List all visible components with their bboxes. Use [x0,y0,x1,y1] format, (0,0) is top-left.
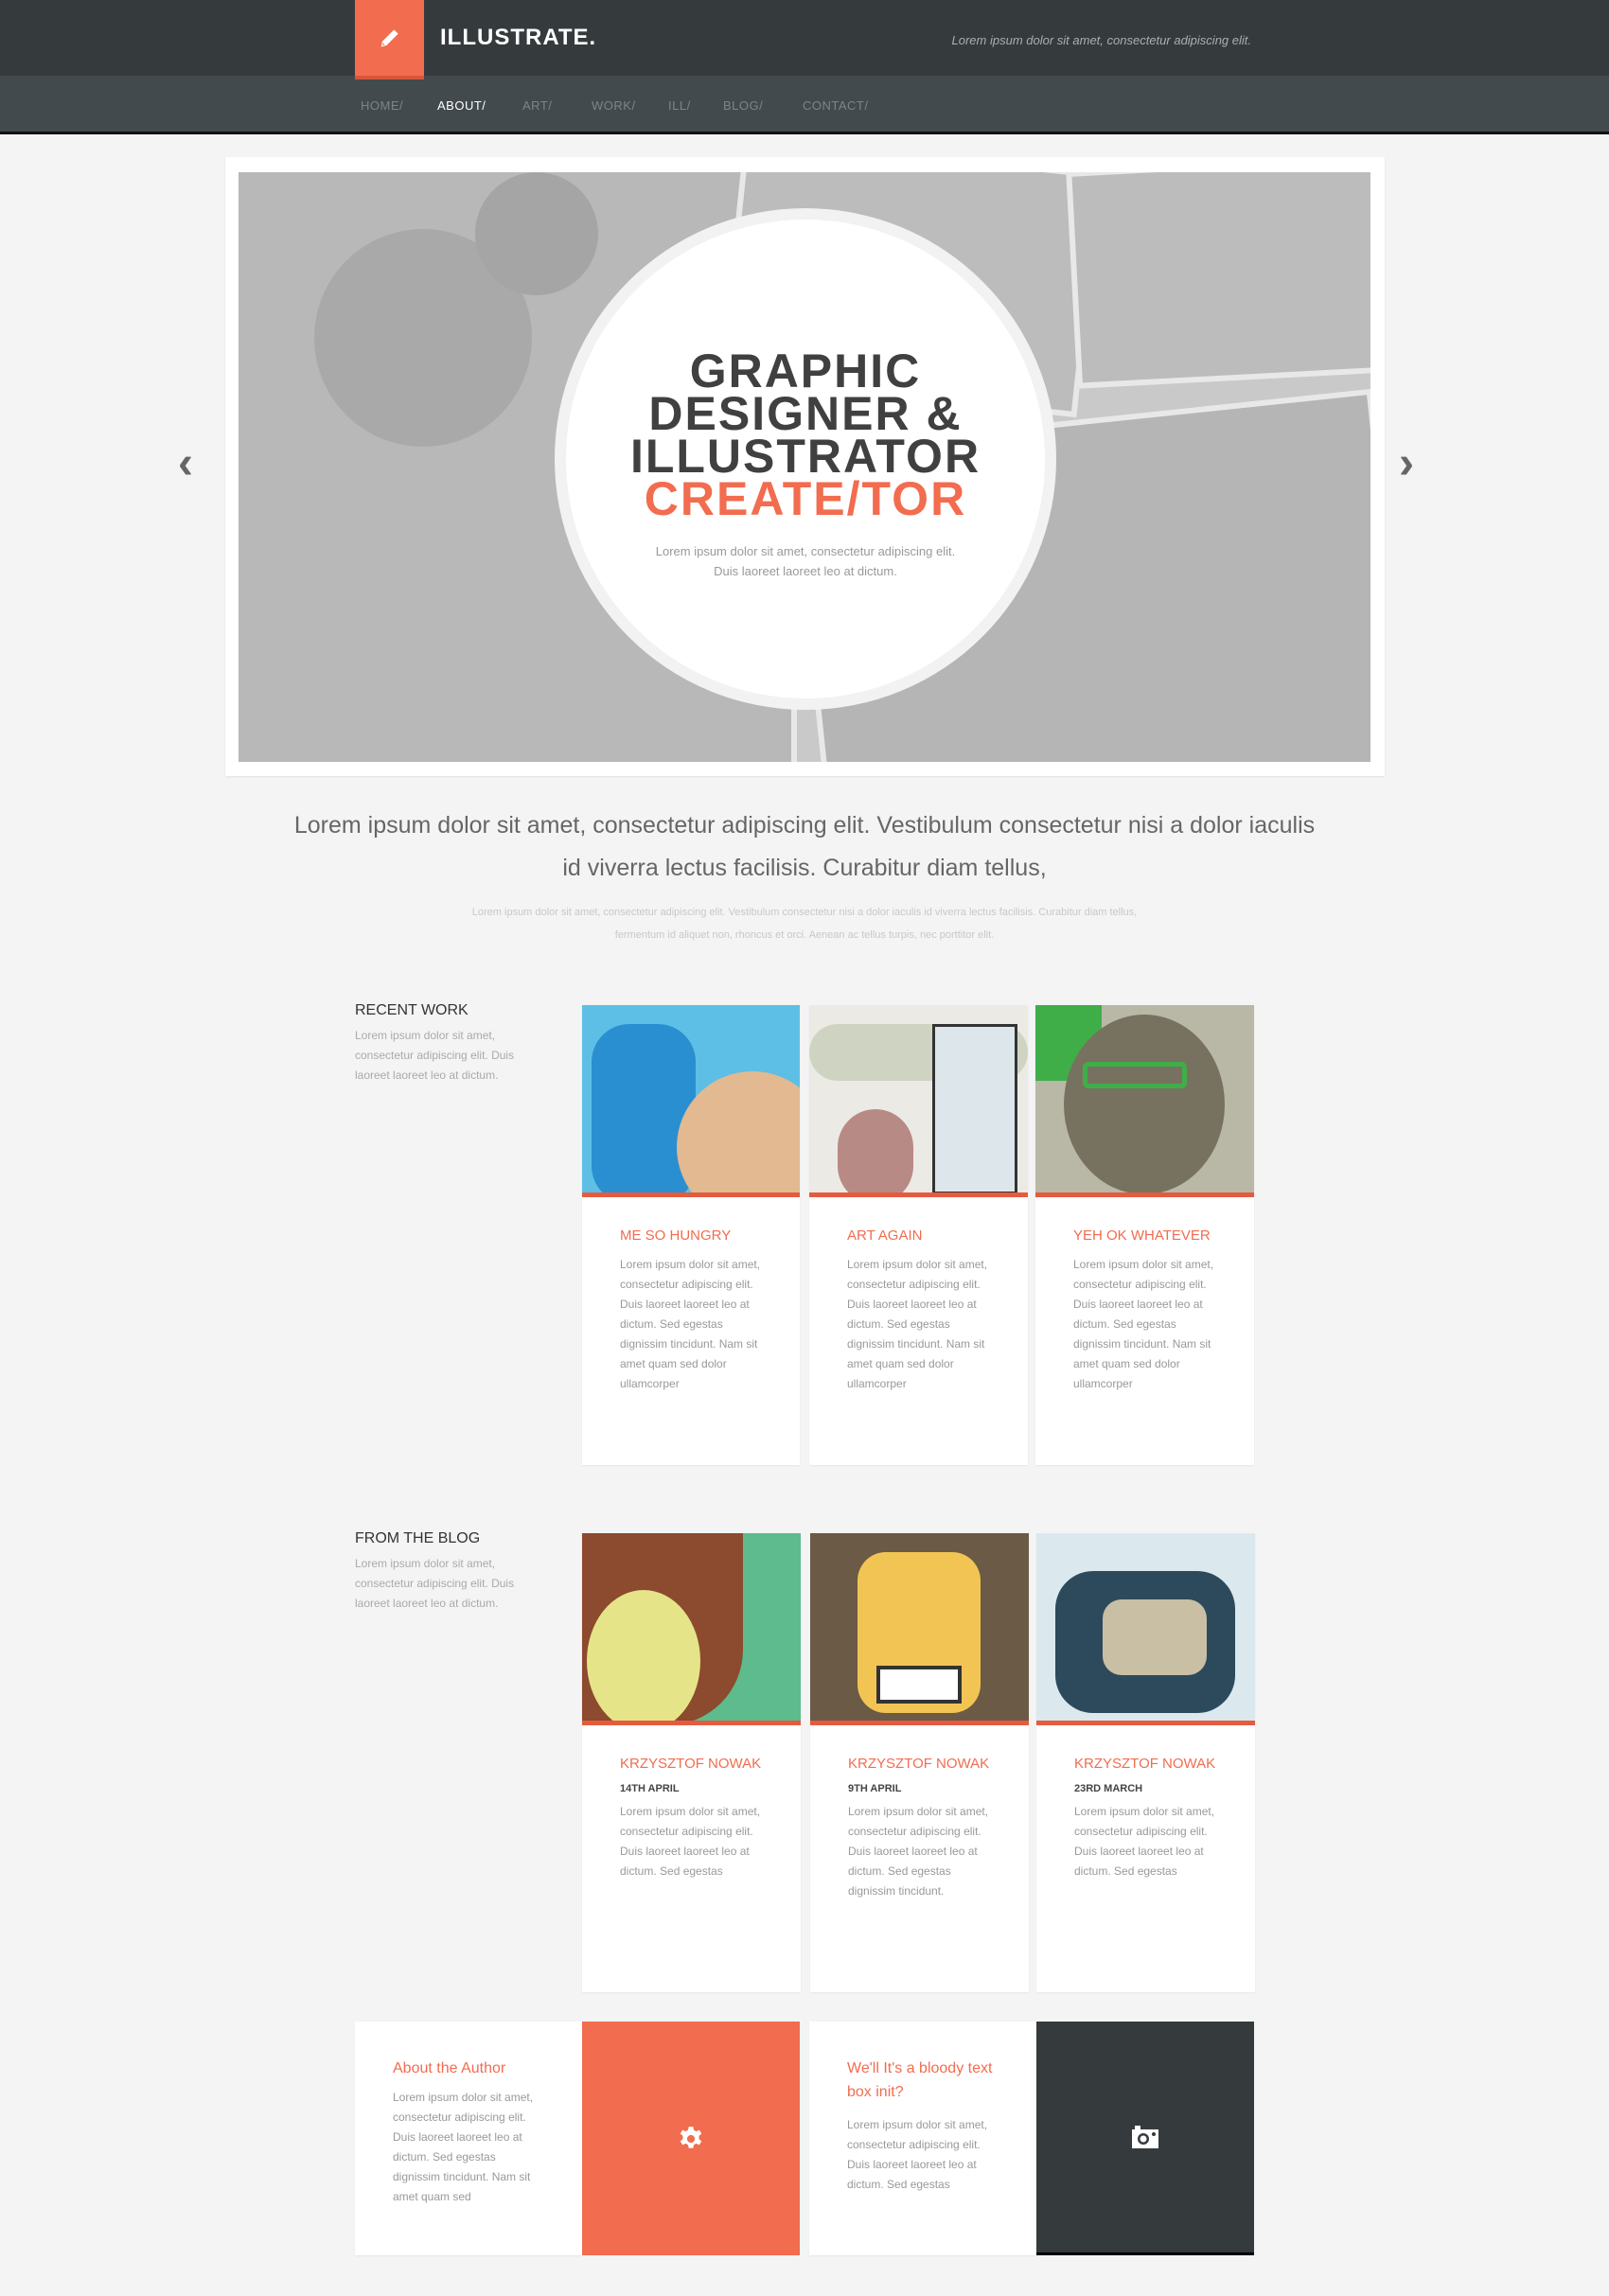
blog-heading: FROM THE BLOG [355,1530,481,1546]
hero-heading-accent: CREATE/TOR [644,472,967,525]
blog-date: 9TH APRIL [848,1783,902,1794]
nav-work[interactable]: WORK/ [592,98,636,113]
gear-icon [680,2126,702,2148]
work-title[interactable]: YEH OK WHATEVER [1073,1224,1216,1247]
work-text: Lorem ipsum dolor sit amet, consectetur … [847,1258,988,1390]
work-title[interactable]: ME SO HUNGRY [620,1224,762,1247]
top-bar [0,0,1609,76]
text-box-title[interactable]: We'll It's a bloody text box init? [847,2057,999,2104]
blog-title[interactable]: KRZYSZTOF NOWAK [848,1752,991,1775]
camera-tile[interactable] [1036,2022,1254,2255]
blog-text: Lorem ipsum dolor sit amet, consectetur … [1074,1805,1215,1878]
work-thumbnail[interactable] [582,1005,800,1197]
blog-thumbnail[interactable] [810,1533,1029,1725]
camera-icon [1132,2126,1158,2148]
intro-large-text: Lorem ipsum dolor sit amet, consectetur … [293,812,1316,881]
hero-circle: GRAPHIC DESIGNER & ILLUSTRATOR CREATE/TO… [566,220,1045,698]
nav-about[interactable]: ABOUT/ [437,98,486,113]
text-box-text: Lorem ipsum dolor sit amet, consectetur … [847,2118,988,2191]
work-thumbnail[interactable] [1035,1005,1254,1197]
pencil-icon [380,29,398,47]
blog-thumbnail[interactable] [1036,1533,1255,1725]
nav-blog[interactable]: BLOG/ [723,98,763,113]
blog-card[interactable]: KRZYSZTOF NOWAK 14TH APRIL Lorem ipsum dol… [582,1533,801,1992]
blog-title[interactable]: KRZYSZTOF NOWAK [1074,1752,1217,1775]
settings-tile[interactable] [582,2022,800,2255]
work-card[interactable]: ART AGAIN Lorem ipsum dolor sit amet, con… [809,1005,1028,1465]
blog-thumbnail[interactable] [582,1533,801,1725]
blog-text: Lorem ipsum dolor sit amet, consectetur … [620,1805,761,1878]
work-text: Lorem ipsum dolor sit amet, consectetur … [620,1258,761,1390]
slider-next-arrow-icon[interactable]: › [1399,437,1414,489]
slider-prev-arrow-icon[interactable]: ‹ [178,437,193,489]
logo[interactable] [355,0,424,79]
nav-contact[interactable]: CONTACT/ [803,98,868,113]
tagline: Lorem ipsum dolor sit amet, consectetur … [951,33,1251,47]
blog-date: 14TH APRIL [620,1783,680,1794]
work-thumbnail[interactable] [809,1005,1028,1197]
work-card[interactable]: YEH OK WHATEVER Lorem ipsum dolor sit ame… [1035,1005,1254,1465]
about-author-title[interactable]: About the Author [393,2057,544,2080]
about-author-text: Lorem ipsum dolor sit amet, consectetur … [393,2091,534,2203]
nav-art[interactable]: ART/ [522,98,552,113]
blog-title[interactable]: KRZYSZTOF NOWAK [620,1752,763,1775]
text-box: We'll It's a bloody text box init? Lorem… [809,2022,1036,2255]
blog-card[interactable]: KRZYSZTOF NOWAK 9TH APRIL Lorem ipsum dolo… [810,1533,1029,1992]
intro-small-text: Lorem ipsum dolor sit amet, consectetur … [471,907,1138,941]
hero-subtext: Lorem ipsum dolor sit amet, consectetur … [566,541,1045,581]
nav-ill[interactable]: ILL/ [668,98,691,113]
recent-work-heading: RECENT WORK [355,1002,469,1018]
site-title[interactable]: ILLUSTRATE. [440,25,596,51]
blog-text: Lorem ipsum dolor sit amet, consectetur … [848,1805,989,1898]
work-text: Lorem ipsum dolor sit amet, consectetur … [1073,1258,1214,1390]
work-title[interactable]: ART AGAIN [847,1224,990,1247]
blog-desc: Lorem ipsum dolor sit amet, consectetur … [355,1557,515,1610]
about-author-box: About the Author Lorem ipsum dolor sit a… [355,2022,582,2255]
blog-date: 23RD MARCH [1074,1783,1143,1794]
nav-home[interactable]: HOME/ [361,98,403,113]
work-card[interactable]: ME SO HUNGRY Lorem ipsum dolor sit amet, … [582,1005,800,1465]
hero-sub-line: Lorem ipsum dolor sit amet, consectetur … [655,544,956,558]
recent-work-desc: Lorem ipsum dolor sit amet, consectetur … [355,1029,515,1082]
blog-card[interactable]: KRZYSZTOF NOWAK 23RD MARCH Lorem ipsum dol… [1036,1533,1255,1992]
hero-sub-line: Duis laoreet laoreet leo at dictum. [714,564,897,578]
